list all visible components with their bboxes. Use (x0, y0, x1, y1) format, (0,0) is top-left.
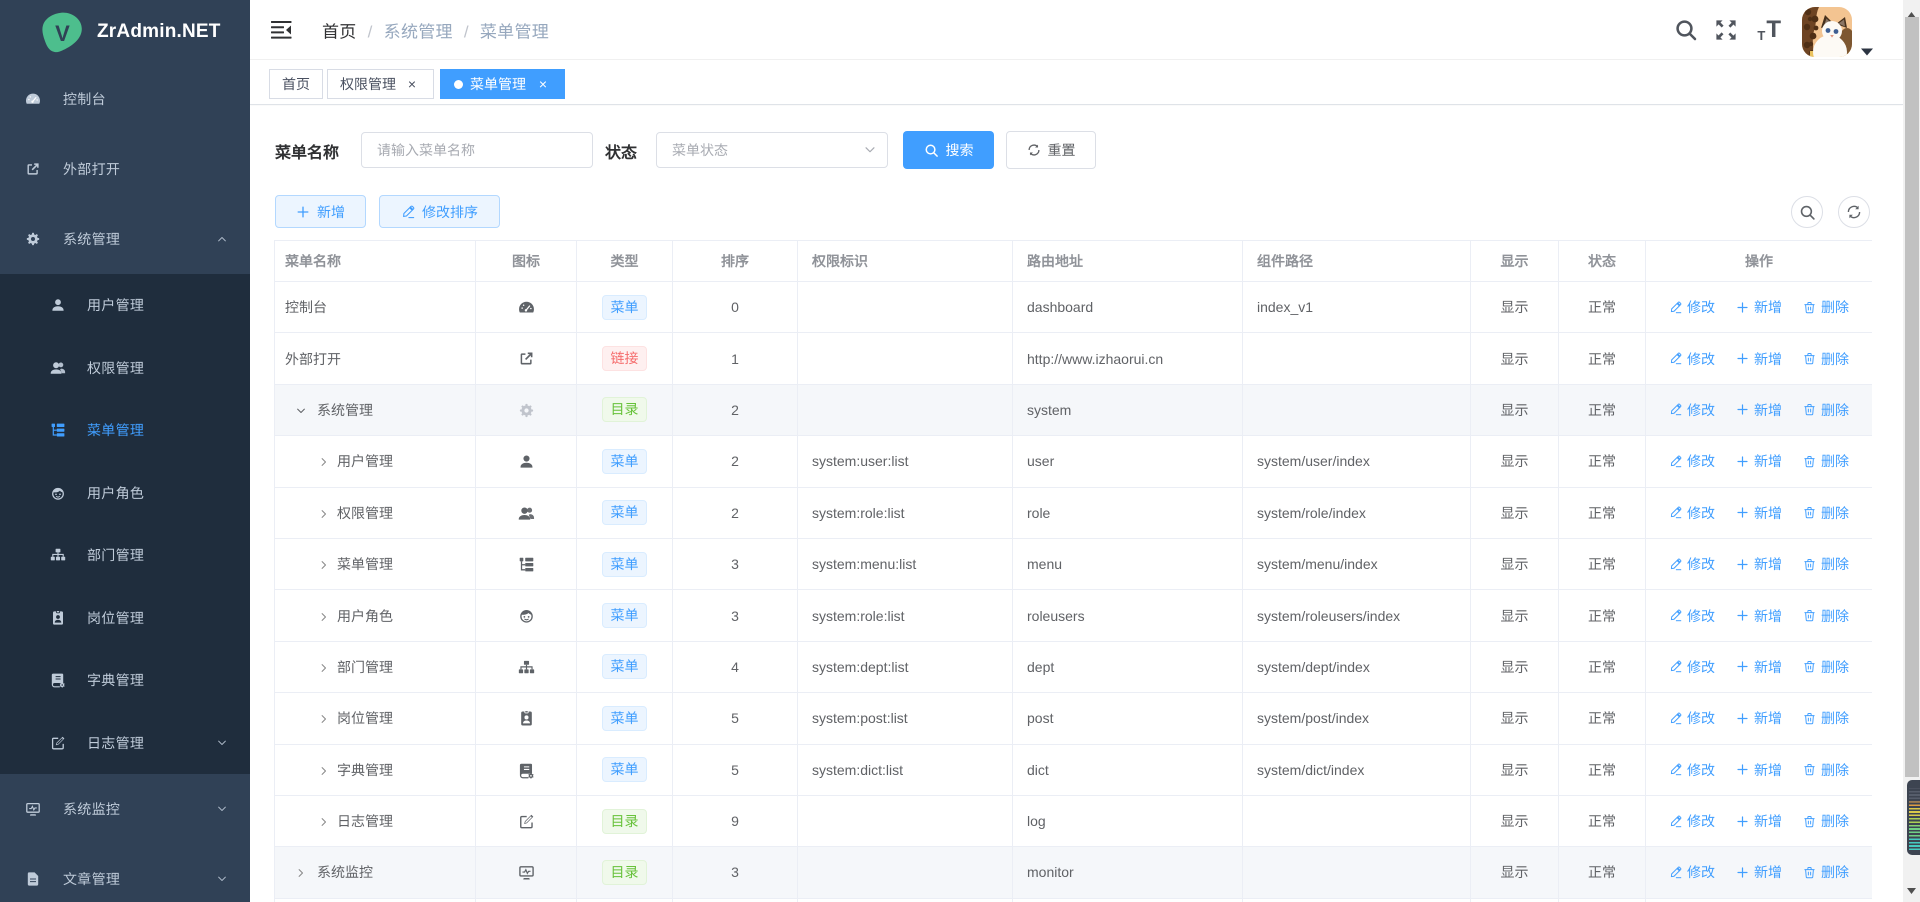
svg-text:V: V (55, 21, 70, 46)
